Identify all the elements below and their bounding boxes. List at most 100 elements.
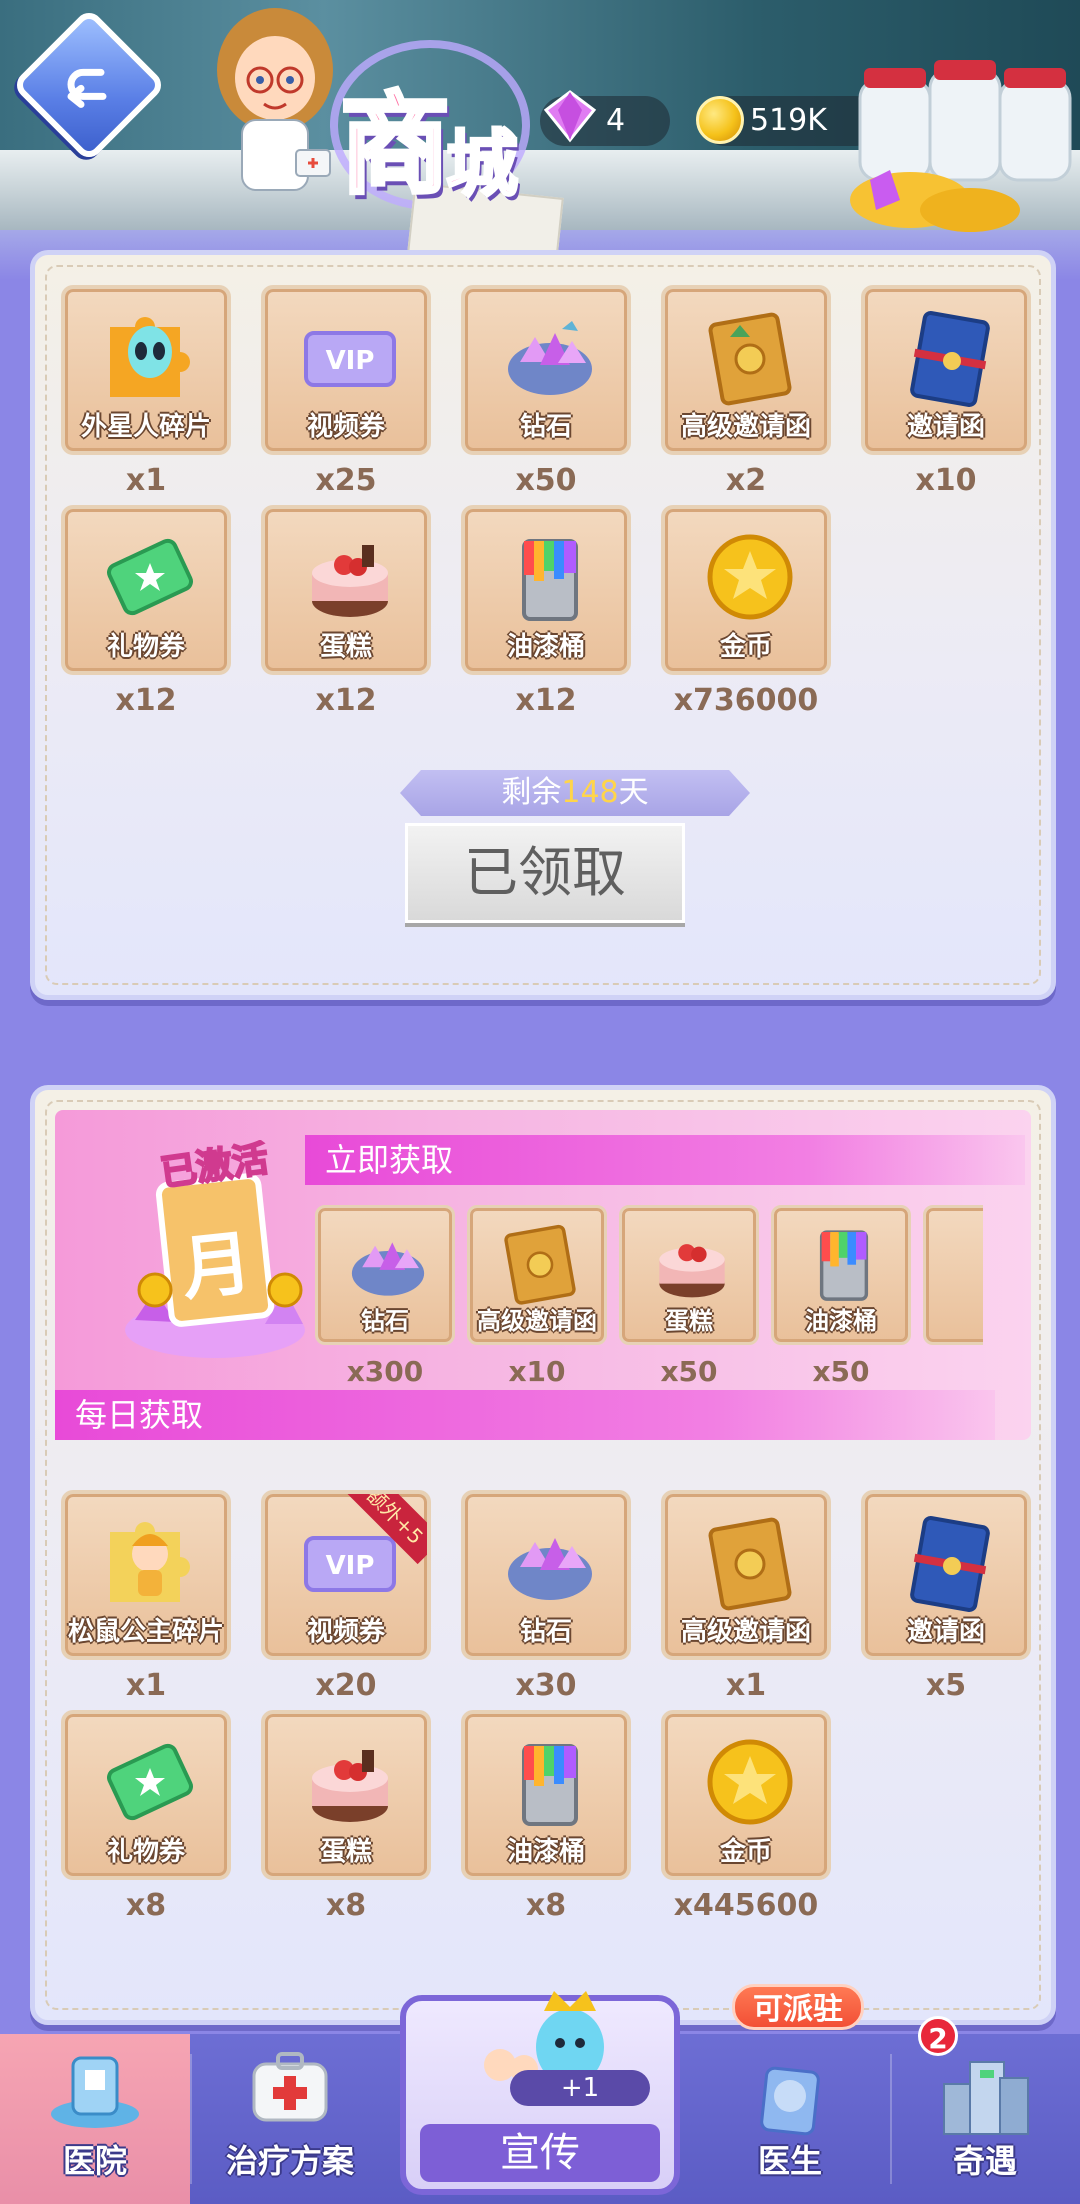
gem-counter[interactable]: 4 xyxy=(540,90,670,146)
first-aid-kit-icon xyxy=(252,2052,328,2122)
reward-label: 邀请函 xyxy=(906,412,985,442)
gold-coin-icon xyxy=(707,1739,793,1825)
daily-reward-item[interactable]: 油漆桶 x8 xyxy=(461,1710,631,1923)
svg-text:VIP: VIP xyxy=(326,1551,375,1581)
svg-text:VIP: VIP xyxy=(326,346,375,376)
reward-item[interactable]: 外星人碎片 x1 xyxy=(61,285,231,498)
blue-invite-icon xyxy=(910,1516,990,1612)
reward-label: 高级邀请函 xyxy=(680,412,811,442)
reward-quantity: x30 xyxy=(515,1668,577,1703)
reward-item[interactable]: 礼物券 x12 xyxy=(61,505,231,718)
cake-icon xyxy=(659,1244,725,1298)
reward-tile: 金币 xyxy=(661,505,831,675)
nav-doctor[interactable]: 医生 xyxy=(690,2034,890,2204)
daily-reward-item[interactable]: 金币 x445600 xyxy=(661,1710,831,1923)
title-char-2: 城 xyxy=(444,122,519,206)
reward-quantity: x50 xyxy=(812,1355,870,1388)
reward-quantity: x12 xyxy=(515,683,577,718)
reward-item[interactable]: 钻石 x50 xyxy=(461,285,631,498)
reward-quantity: x25 xyxy=(315,463,377,498)
reward-tile: 钻石 xyxy=(461,1490,631,1660)
adventure-notification-badge: 2 xyxy=(918,2016,958,2056)
reward-quantity: x8 xyxy=(525,1888,567,1923)
reward-tile: 蛋糕 xyxy=(261,505,431,675)
nav-treatment-plan[interactable]: 治疗方案 xyxy=(190,2034,390,2204)
reward-label: 蛋糕 xyxy=(319,1837,372,1867)
daily-reward-item[interactable]: 礼物券 x8 xyxy=(61,1710,231,1923)
reward-item[interactable]: 金币 x736000 xyxy=(661,505,831,718)
alien-puzzle-icon xyxy=(110,317,190,397)
gift-ticket-icon xyxy=(107,1743,193,1821)
reward-label: 钻石 xyxy=(519,412,572,442)
reward-label: 视频券 xyxy=(306,412,385,442)
remain-suffix: 天 xyxy=(618,775,649,810)
title-char-1: 商 xyxy=(338,81,452,209)
reward-tile: 蛋糕 xyxy=(261,1710,431,1880)
squirrel-princess-puzzle-icon xyxy=(110,1522,190,1602)
reward-item[interactable]: 油漆桶 x12 xyxy=(461,505,631,718)
vip-ticket-icon: VIP xyxy=(304,331,396,387)
daily-reward-item[interactable]: 钻石 x30 xyxy=(461,1490,631,1703)
reward-tile: 金币 xyxy=(661,1710,831,1880)
reward-label: 油漆桶 xyxy=(506,632,585,662)
instant-reward-item[interactable]: 油漆桶 x50 xyxy=(771,1205,911,1388)
nav-hospital[interactable]: 医院 xyxy=(0,2034,190,2204)
instant-reward-item[interactable]: 蛋糕 x50 xyxy=(619,1205,759,1388)
reward-tile: 外星人碎片 xyxy=(61,285,231,455)
daily-reward-item[interactable]: 高级邀请函 x1 xyxy=(661,1490,831,1703)
daily-reward-item[interactable]: 蛋糕 x8 xyxy=(261,1710,431,1923)
diamond-box-icon xyxy=(508,321,592,395)
reward-item[interactable]: 高级邀请函 x2 xyxy=(661,285,831,498)
reward-item[interactable]: 蛋糕 x12 xyxy=(261,505,431,718)
reward-label: 高级邀请函 xyxy=(477,1307,597,1335)
reward-label: 金币 xyxy=(719,1837,772,1867)
nav-adventure[interactable]: 奇遇 xyxy=(890,2034,1080,2204)
reward-quantity: x50 xyxy=(660,1355,718,1388)
reward-item[interactable]: VIP 视频券 x25 xyxy=(261,285,431,498)
claimed-button[interactable]: 已领取 xyxy=(405,823,685,923)
nav-adventure-label: 奇遇 xyxy=(952,2142,1017,2180)
gold-invite-icon xyxy=(504,1224,576,1305)
reward-quantity: x1 xyxy=(125,1668,167,1703)
reward-label: 油漆桶 xyxy=(506,1837,585,1867)
instant-reward-item[interactable]: 钻石 x300 xyxy=(315,1205,455,1388)
reward-tile: VIP 视频券 xyxy=(261,285,431,455)
reward-tile: 礼物券 xyxy=(61,505,231,675)
reward-label: 外星人碎片 xyxy=(80,412,211,442)
promotion-plus-count: +1 xyxy=(510,2070,650,2106)
daily-reward-item[interactable]: 松鼠公主碎片 x1 xyxy=(61,1490,231,1703)
reward-quantity: x12 xyxy=(315,683,377,718)
doctor-badge-icon xyxy=(760,2066,820,2136)
promotion-label: 宣传 xyxy=(420,2124,660,2182)
reward-label: 蛋糕 xyxy=(665,1307,713,1335)
diamond-box-icon xyxy=(351,1242,425,1296)
reward-tile: 油漆桶 xyxy=(771,1205,911,1345)
reward-quantity: x8 xyxy=(325,1888,367,1923)
gold-invite-icon xyxy=(708,312,792,406)
pass-month-text: 月 xyxy=(178,1221,256,1310)
gold-coin-icon xyxy=(707,534,793,620)
gold-invite-icon xyxy=(708,1517,792,1611)
instant-reward-item[interactable]: 高级邀请函 x10 xyxy=(467,1205,607,1388)
reward-tile: 油漆桶 xyxy=(461,505,631,675)
reward-quantity: x1 xyxy=(725,1668,767,1703)
reward-quantity: x10 xyxy=(508,1355,566,1388)
reward-tile: 高级邀请函 xyxy=(661,1490,831,1660)
cake-icon xyxy=(312,545,388,617)
reward-quantity: x10 xyxy=(915,463,977,498)
daily-reward-item[interactable]: 邀请函 x5 xyxy=(861,1490,1031,1703)
nav-treatment-plan-label: 治疗方案 xyxy=(225,2142,354,2180)
doctor-mascot-icon xyxy=(217,8,333,191)
promotion-button[interactable]: +1 宣传 xyxy=(390,1985,690,2204)
daily-reward-item[interactable]: VIP 额外+5 视频券 x20 xyxy=(261,1490,431,1703)
reward-item[interactable]: 邀请函 x10 xyxy=(861,285,1031,498)
reward-tile: 油漆桶 xyxy=(461,1710,631,1880)
deployable-badge: 可派驻 xyxy=(732,1984,864,2030)
reward-quantity: x736000 xyxy=(673,683,819,718)
instant-reward-item-partial[interactable] xyxy=(923,1205,983,1345)
blue-invite-icon xyxy=(910,311,990,407)
reward-tile: VIP 额外+5 视频券 xyxy=(261,1490,431,1660)
hospital-icon xyxy=(51,2056,139,2128)
reward-tile: 高级邀请函 xyxy=(467,1205,607,1345)
monthly-pass-card: 月 已激活 立即获取 钻石 x300 高级邀请函 x10 蛋糕 x50 油漆桶 … xyxy=(30,1085,1056,2025)
